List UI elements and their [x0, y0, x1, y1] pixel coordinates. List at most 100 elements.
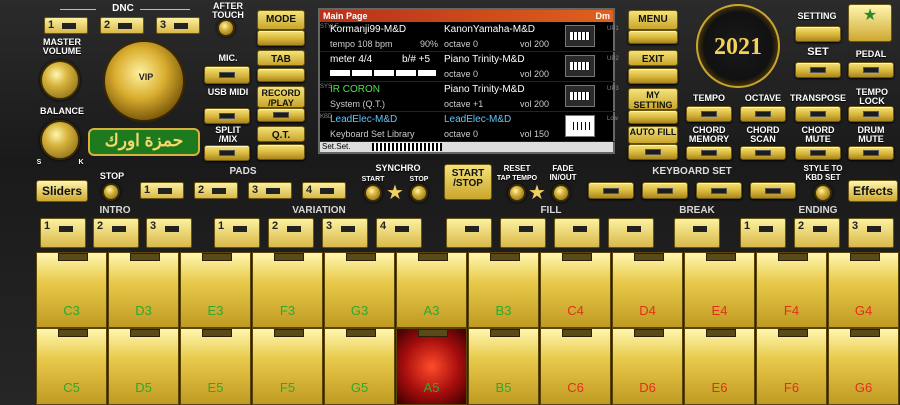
- key-e3[interactable]: E3: [180, 252, 251, 328]
- kbd-set-4[interactable]: [750, 182, 796, 199]
- key-a3[interactable]: A3: [396, 252, 467, 328]
- record-play-button[interactable]: RECORD /PLAY: [257, 86, 305, 108]
- drum-mute-button[interactable]: [848, 146, 894, 160]
- kbd-set-3[interactable]: [696, 182, 742, 199]
- pad-3[interactable]: 3: [248, 182, 292, 199]
- dnc-button-2[interactable]: 2: [100, 17, 144, 34]
- intro-2[interactable]: 2: [93, 218, 139, 248]
- master-volume-knob[interactable]: [40, 60, 80, 100]
- key-c5[interactable]: C5: [36, 328, 107, 405]
- mode-toggle[interactable]: [257, 30, 305, 46]
- balance-knob[interactable]: [40, 120, 80, 160]
- tempo-button[interactable]: [686, 106, 732, 122]
- display-row-2[interactable]: meter 4/4 b/# +5 Piano Trinity-M&D octav…: [320, 52, 619, 82]
- break-button[interactable]: [674, 218, 720, 248]
- menu-button[interactable]: MENU: [628, 10, 678, 30]
- key-d4[interactable]: D4: [612, 252, 683, 328]
- exit-button[interactable]: EXIT: [628, 50, 678, 66]
- tab-toggle[interactable]: [257, 68, 305, 82]
- star-button[interactable]: ★: [848, 4, 892, 42]
- key-d5[interactable]: D5: [108, 328, 179, 405]
- effects-button[interactable]: Effects: [848, 180, 898, 202]
- fill-1[interactable]: [446, 218, 492, 248]
- sliders-button[interactable]: Sliders: [36, 180, 88, 202]
- voice-volume: vol 200: [520, 99, 550, 109]
- my-setting-toggle[interactable]: [628, 110, 678, 124]
- key-c3[interactable]: C3: [36, 252, 107, 328]
- variation-4[interactable]: 4: [376, 218, 422, 248]
- fade-button[interactable]: [552, 184, 570, 202]
- dnc-button-1[interactable]: 1: [44, 17, 88, 34]
- ending-3[interactable]: 3: [848, 218, 894, 248]
- usb-midi-button[interactable]: [204, 108, 250, 124]
- tap-tempo-button[interactable]: [508, 184, 526, 202]
- key-a5[interactable]: A5: [396, 328, 467, 405]
- key-e4[interactable]: E4: [684, 252, 755, 328]
- pad-4[interactable]: 4: [302, 182, 346, 199]
- pedal-button[interactable]: [848, 62, 894, 78]
- chord-mute-button[interactable]: [795, 146, 841, 160]
- sync-stop-button[interactable]: [410, 184, 428, 202]
- display-row-3[interactable]: SYS IR CORON System (Q.T.) Piano Trinity…: [320, 82, 619, 112]
- key-e6[interactable]: E6: [684, 328, 755, 405]
- key-g3[interactable]: G3: [324, 252, 395, 328]
- key-c6[interactable]: C6: [540, 328, 611, 405]
- kbd-set-1[interactable]: [588, 182, 634, 199]
- transpose-button[interactable]: [795, 106, 841, 122]
- fill-2[interactable]: [500, 218, 546, 248]
- fill-4[interactable]: [608, 218, 654, 248]
- mic-button[interactable]: [204, 66, 250, 84]
- key-f4[interactable]: F4: [756, 252, 827, 328]
- set-button[interactable]: [795, 62, 841, 78]
- key-c4[interactable]: C4: [540, 252, 611, 328]
- tempo-lock-button[interactable]: [848, 106, 894, 122]
- key-e5[interactable]: E5: [180, 328, 251, 405]
- key-b5[interactable]: B5: [468, 328, 539, 405]
- exit-toggle[interactable]: [628, 68, 678, 84]
- mode-button[interactable]: MODE: [257, 10, 305, 30]
- key-d3[interactable]: D3: [108, 252, 179, 328]
- master-volume-label: MASTER VOLUME: [42, 37, 82, 56]
- sync-start-button[interactable]: [364, 184, 382, 202]
- display-row-1[interactable]: STYLE Kormanji99-M&D tempo 108 bpm 90% K…: [320, 22, 619, 52]
- key-g4[interactable]: G4: [828, 252, 899, 328]
- intro-1[interactable]: 1: [40, 218, 86, 248]
- chord-memory-button[interactable]: [686, 146, 732, 160]
- auto-fill-button[interactable]: AUTO FILL: [628, 126, 678, 144]
- key-b3[interactable]: B3: [468, 252, 539, 328]
- style-to-kbd-button[interactable]: [814, 184, 832, 202]
- fill-3[interactable]: [554, 218, 600, 248]
- key-g5[interactable]: G5: [324, 328, 395, 405]
- record-toggle[interactable]: [257, 108, 305, 122]
- octave-button[interactable]: [740, 106, 786, 122]
- pad-1[interactable]: 1: [140, 182, 184, 199]
- key-f5[interactable]: F5: [252, 328, 323, 405]
- variation-3[interactable]: 3: [322, 218, 368, 248]
- variation-2[interactable]: 2: [268, 218, 314, 248]
- ending-2[interactable]: 2: [794, 218, 840, 248]
- key-f3[interactable]: F3: [252, 252, 323, 328]
- tab-button[interactable]: TAB: [257, 50, 305, 66]
- split-mix-button[interactable]: [204, 145, 250, 161]
- start-stop-button[interactable]: START /STOP: [444, 164, 492, 200]
- qt-toggle[interactable]: [257, 144, 305, 160]
- display-row-4[interactable]: KBD LeadElec-M&D Keyboard Set Library Le…: [320, 112, 618, 142]
- setting-button[interactable]: [795, 26, 841, 42]
- qt-button[interactable]: Q.T.: [257, 126, 305, 142]
- key-f6[interactable]: F6: [756, 328, 827, 405]
- pads-stop-button[interactable]: [102, 183, 120, 201]
- pad-2[interactable]: 2: [194, 182, 238, 199]
- key-d6[interactable]: D6: [612, 328, 683, 405]
- key-g6[interactable]: G6: [828, 328, 899, 405]
- variation-1[interactable]: 1: [214, 218, 260, 248]
- ending-1[interactable]: 1: [740, 218, 786, 248]
- kbd-set-2[interactable]: [642, 182, 688, 199]
- my-setting-button[interactable]: MY SETTING: [628, 88, 678, 110]
- menu-toggle[interactable]: [628, 30, 678, 44]
- after-touch-toggle[interactable]: [217, 19, 235, 37]
- dnc-button-3[interactable]: 3: [156, 17, 200, 34]
- chord-scan-button[interactable]: [740, 146, 786, 160]
- intro-3[interactable]: 3: [146, 218, 192, 248]
- key-label: F6: [783, 380, 800, 395]
- auto-fill-toggle[interactable]: [628, 144, 678, 160]
